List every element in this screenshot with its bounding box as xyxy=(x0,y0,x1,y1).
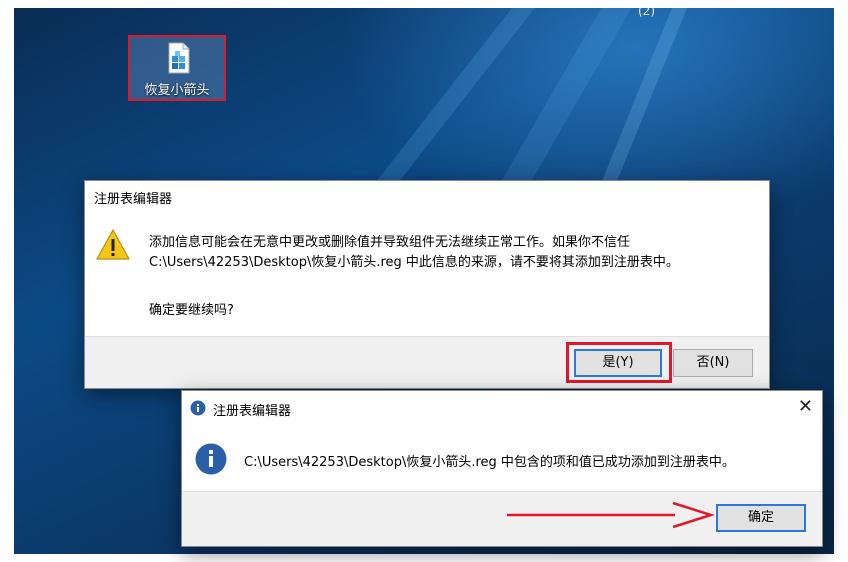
success-message: C:\Users\42253\Desktop\恢复小箭头.reg 中包含的项和值… xyxy=(244,455,735,470)
desktop-file-reg[interactable]: 恢复小箭头 xyxy=(128,35,226,101)
info-large-icon xyxy=(195,443,227,475)
desktop-file-label: 恢复小箭头 xyxy=(144,83,210,98)
yes-button-highlight xyxy=(566,342,672,383)
info-dialog-footer: 确定 xyxy=(182,491,822,546)
info-icon xyxy=(190,400,206,416)
annotation-arrow xyxy=(507,501,715,529)
no-button[interactable]: 否(N) xyxy=(673,349,753,377)
info-dialog-title: 注册表编辑器 xyxy=(213,404,292,419)
ok-button[interactable]: 确定 xyxy=(716,504,806,532)
warning-icon xyxy=(96,229,130,260)
warning-message: 添加信息可能会在无意中更改或删除值并导致组件无法继续正常工作。如果你不信任 C:… xyxy=(149,233,679,273)
confirm-question: 确定要继续吗? xyxy=(149,303,234,318)
info-dialog: 注册表编辑器 ✕ C:\Users\42253\Desktop\恢复小箭头.re… xyxy=(181,390,823,547)
reg-file-icon xyxy=(168,42,190,74)
close-icon[interactable]: ✕ xyxy=(798,396,813,417)
warning-dialog-title: 注册表编辑器 xyxy=(94,192,173,207)
desktop-top-text: (2) xyxy=(638,8,655,18)
warning-message-line-1: 添加信息可能会在无意中更改或删除值并导致组件无法继续正常工作。如果你不信任 xyxy=(149,235,631,250)
warning-message-line-2: C:\Users\42253\Desktop\恢复小箭头.reg 中此信息的来源… xyxy=(149,255,679,270)
